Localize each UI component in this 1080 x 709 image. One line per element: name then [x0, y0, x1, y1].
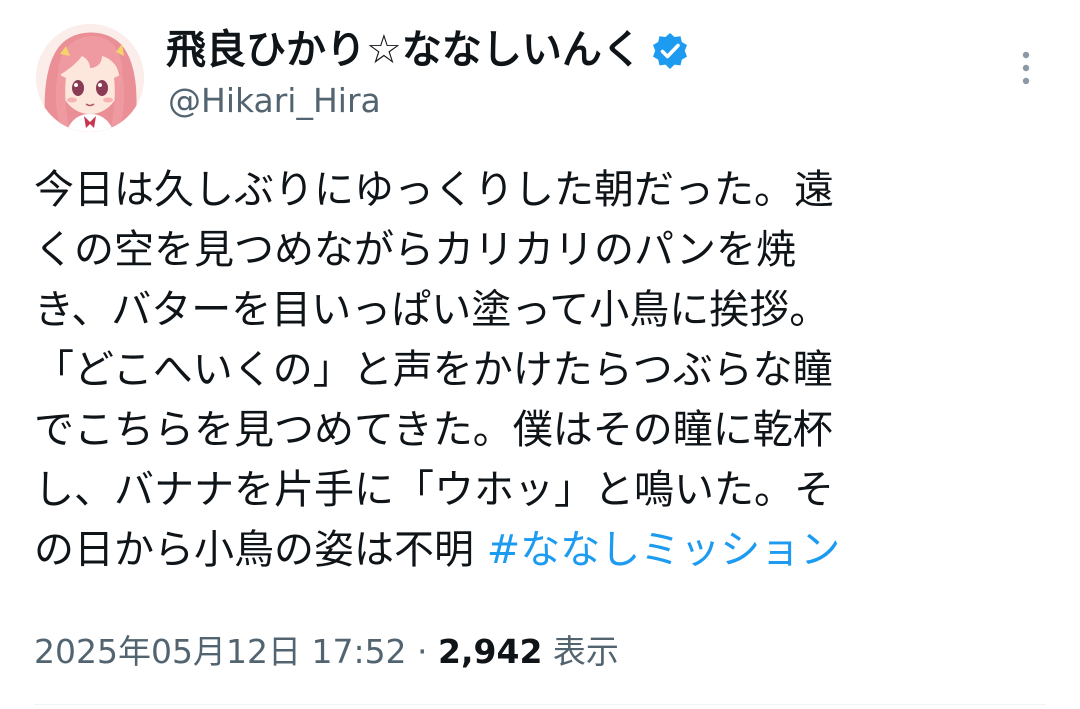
- tweet: 飛良ひかり☆ななしいんく @Hikari_Hira 今日は久しぶりにゆっくりした…: [0, 0, 1080, 709]
- display-name-text[interactable]: 飛良ひかり☆ななしいんく: [166, 22, 642, 78]
- tweet-text-fragment: の日から小鳥の姿は不明: [34, 527, 487, 573]
- tweet-meta: 2025年05月12日 17:52 · 2,942 表示: [34, 626, 619, 678]
- timestamp[interactable]: 2025年05月12日 17:52: [34, 632, 407, 671]
- divider: [34, 704, 1046, 705]
- tweet-text: 今日は久しぶりにゆっくりした朝だった。遠 くの空を見つめながらカリカリのパンを焼…: [34, 160, 1044, 580]
- tweet-text-last-line: の日から小鳥の姿は不明 #ななしミッション: [34, 520, 1044, 580]
- hashtag-link[interactable]: #ななしミッション: [487, 527, 841, 573]
- display-name[interactable]: 飛良ひかり☆ななしいんく: [166, 22, 690, 78]
- user-handle[interactable]: @Hikari_Hira: [168, 78, 381, 124]
- meta-separator: ·: [406, 632, 439, 671]
- tweet-text-line: き、バターを目いっぱい塗って小鳥に挨拶。: [34, 287, 830, 333]
- anime-girl-avatar-icon: [36, 24, 144, 132]
- tweet-text-line: し、バナナを片手に「ウホッ」と鳴いた。そ: [34, 467, 834, 513]
- tweet-text-line: 「どこへいくの」と声をかけたらつぶらな瞳: [34, 347, 833, 393]
- views-count[interactable]: 2,942: [438, 632, 542, 671]
- verified-badge-icon: [650, 30, 690, 70]
- more-options-icon[interactable]: [1014, 48, 1038, 88]
- avatar[interactable]: [36, 24, 144, 132]
- views-label: 表示: [542, 632, 619, 671]
- tweet-text-line: くの空を見つめながらカリカリのパンを焼: [34, 227, 796, 273]
- tweet-text-line: 今日は久しぶりにゆっくりした朝だった。遠: [34, 167, 834, 213]
- tweet-text-line: でこちらを見つめてきた。僕はその瞳に乾杯: [34, 407, 833, 453]
